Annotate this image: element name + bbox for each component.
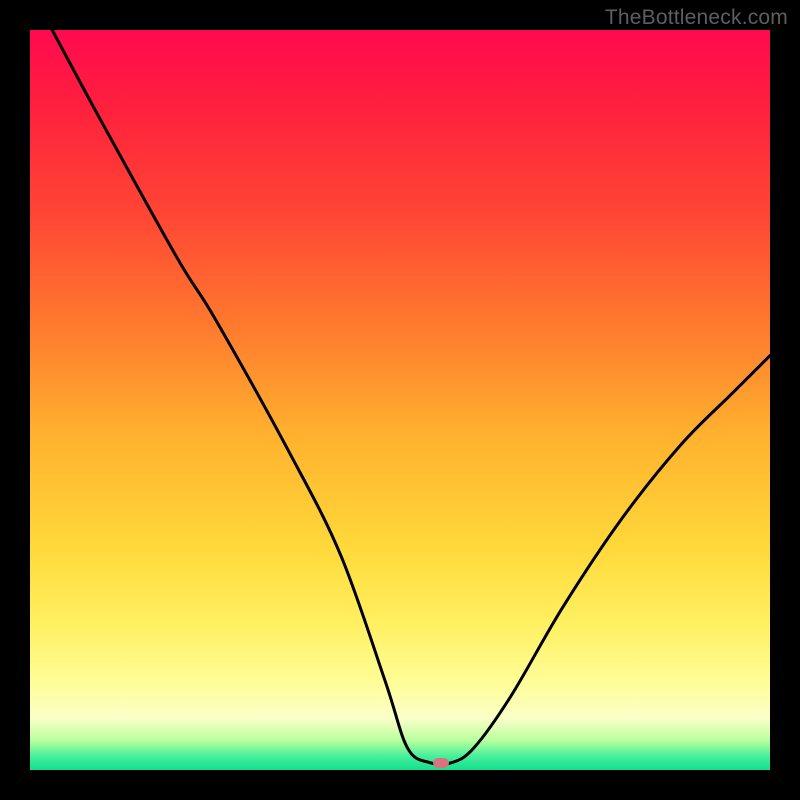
chart-frame: TheBottleneck.com (0, 0, 800, 800)
attribution-label: TheBottleneck.com (605, 6, 788, 30)
bottleneck-curve (30, 30, 770, 770)
optimal-point-marker (433, 758, 449, 768)
plot-area (30, 30, 770, 770)
